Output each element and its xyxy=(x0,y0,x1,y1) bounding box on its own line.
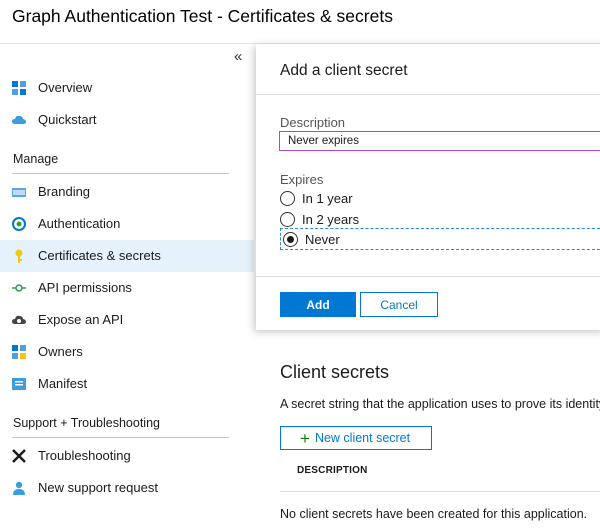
sidebar-item-label: New support request xyxy=(38,480,158,495)
sidebar-item-label: API permissions xyxy=(38,280,132,295)
section-divider xyxy=(12,173,229,174)
radio-label: Never xyxy=(305,231,340,247)
panel-divider xyxy=(256,276,600,277)
radio-in-2-years[interactable]: In 2 years xyxy=(280,209,359,229)
sidebar-item-label: Troubleshooting xyxy=(38,448,131,463)
cloud-gear-icon xyxy=(12,315,26,324)
add-button[interactable]: Add xyxy=(280,292,356,317)
panel-title: Add a client secret xyxy=(280,62,408,79)
authentication-icon xyxy=(12,217,26,231)
client-secrets-heading: Client secrets xyxy=(280,362,390,382)
collapse-sidebar-button[interactable]: « xyxy=(234,49,242,64)
radio-label: In 2 years xyxy=(302,211,360,227)
description-input[interactable]: Never expires xyxy=(279,131,600,151)
empty-message: No client secrets have been created for … xyxy=(280,507,588,521)
plus-icon: + xyxy=(300,428,310,448)
description-label: Description xyxy=(280,115,346,130)
sidebar-item-label: Certificates & secrets xyxy=(38,248,161,263)
sidebar-item-label: Quickstart xyxy=(38,112,97,127)
sidebar-item-branding[interactable]: Branding xyxy=(0,176,254,208)
sidebar-item-label: Expose an API xyxy=(38,312,124,327)
sidebar-item-expose-api[interactable]: Expose an API xyxy=(0,304,254,336)
radio-label: In 1 year xyxy=(302,190,353,206)
sidebar-item-manifest[interactable]: Manifest xyxy=(0,368,254,400)
panel-divider xyxy=(256,94,600,95)
radio-circle[interactable] xyxy=(280,190,295,206)
sidebar-item-label: Owners xyxy=(38,344,83,359)
table-header-divider xyxy=(280,491,600,492)
radio-in-1-year[interactable]: In 1 year xyxy=(280,188,353,208)
support-heading: Support + Troubleshooting xyxy=(13,416,160,430)
branding-icon xyxy=(12,188,26,197)
sidebar-item-authentication[interactable]: Authentication xyxy=(0,208,254,240)
owners-icon xyxy=(12,345,26,359)
cloud-icon xyxy=(12,115,26,124)
radio-circle-selected[interactable] xyxy=(283,231,298,247)
client-secrets-description: A secret string that the application use… xyxy=(280,397,600,411)
sidebar-item-owners[interactable]: Owners xyxy=(0,336,254,368)
column-header-description: DESCRIPTION xyxy=(297,465,368,476)
support-person-icon xyxy=(13,481,25,495)
manifest-icon xyxy=(12,378,26,390)
sidebar-item-overview[interactable]: Overview xyxy=(0,72,254,104)
sidebar: « Overview Quickstart Manage Branding Au… xyxy=(0,44,254,529)
new-client-secret-label: New client secret xyxy=(314,431,411,445)
sidebar-item-troubleshooting[interactable]: Troubleshooting xyxy=(0,440,254,472)
section-divider xyxy=(12,437,229,438)
sidebar-item-label: Manifest xyxy=(38,376,88,391)
add-client-secret-panel: Add a client secret Description Never ex… xyxy=(256,44,600,330)
radio-circle[interactable] xyxy=(280,211,295,227)
sidebar-item-label: Overview xyxy=(38,80,93,95)
new-client-secret-button[interactable]: + New client secret xyxy=(280,426,432,450)
expires-label: Expires xyxy=(280,172,324,187)
manage-heading: Manage xyxy=(13,152,59,166)
sidebar-item-certificates-secrets[interactable]: Certificates & secrets xyxy=(0,240,254,272)
sidebar-item-quickstart[interactable]: Quickstart xyxy=(0,104,254,136)
radio-never[interactable]: Never xyxy=(283,229,340,249)
overview-grid-icon xyxy=(12,81,26,95)
api-permissions-icon xyxy=(12,284,26,292)
sidebar-item-new-support-request[interactable]: New support request xyxy=(0,472,254,504)
sidebar-item-api-permissions[interactable]: API permissions xyxy=(0,272,254,304)
page-title: Graph Authentication Test - Certificates… xyxy=(12,6,393,26)
cancel-button[interactable]: Cancel xyxy=(360,292,438,317)
key-icon xyxy=(15,249,23,263)
sidebar-item-label: Authentication xyxy=(38,216,121,231)
tools-icon xyxy=(12,449,26,463)
sidebar-item-label: Branding xyxy=(38,184,91,199)
